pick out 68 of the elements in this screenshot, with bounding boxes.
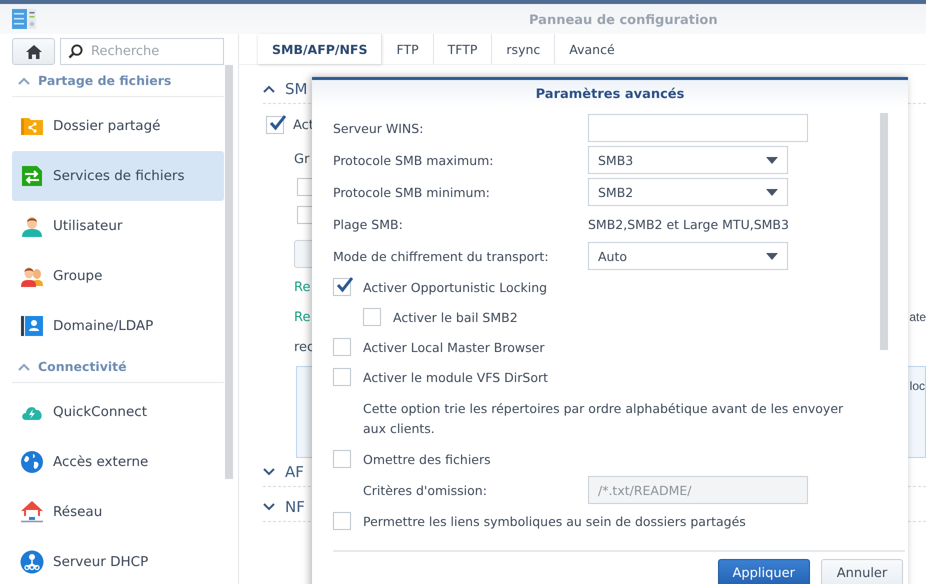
checkbox[interactable] — [363, 308, 381, 326]
field-label: Protocole SMB minimum: — [333, 184, 491, 200]
control-panel-icon — [12, 9, 36, 29]
field-label: Gr — [294, 152, 310, 166]
tab[interactable]: Avancé — [555, 34, 629, 64]
checkbox[interactable] — [333, 512, 351, 530]
input-field[interactable] — [588, 114, 808, 142]
status-text: Re — [294, 310, 310, 324]
dropdown[interactable]: Auto — [588, 242, 788, 270]
field-label: Mode de chiffrement du transport: — [333, 248, 550, 264]
sidebar-item[interactable]: Groupe — [12, 251, 224, 301]
globe-icon — [20, 450, 44, 474]
tab[interactable]: rsync — [492, 34, 556, 64]
checkbox[interactable] — [333, 278, 351, 296]
status-text: ate — [909, 310, 926, 324]
apply-button[interactable]: Appliquer — [718, 559, 810, 584]
sidebar-item[interactable]: Dossier partagé — [12, 101, 224, 151]
sidebar-item[interactable]: Domaine/LDAP — [12, 301, 224, 351]
sidebar-item[interactable]: QuickConnect — [12, 387, 224, 437]
dialog-title: Paramètres avancés — [536, 86, 684, 102]
window-title: Panneau de configuration — [529, 13, 718, 28]
tab[interactable]: TFTP — [434, 34, 492, 64]
caret-down-icon — [766, 188, 778, 196]
checkbox[interactable] — [266, 116, 284, 134]
checkbox[interactable] — [333, 450, 351, 468]
tab[interactable]: SMB/AFP/NFS — [258, 34, 382, 64]
field-label: Critères d'omission: — [363, 482, 488, 498]
info-text: loc — [910, 379, 925, 393]
scrollbar[interactable] — [880, 113, 888, 350]
home-button[interactable] — [12, 38, 55, 65]
checkbox-label: Activer le bail SMB2 — [393, 310, 518, 324]
checkbox-label: Activer le module VFS DirSort — [363, 370, 548, 384]
field-label: Plage SMB: — [333, 216, 404, 232]
user-icon — [20, 214, 44, 238]
search-icon — [68, 44, 83, 59]
checkbox-label: Act — [293, 118, 314, 132]
caret-down-icon — [766, 252, 778, 260]
checkbox-label: Activer Opportunistic Locking — [363, 280, 548, 294]
checkbox[interactable] — [333, 338, 351, 356]
status-text: Re — [294, 280, 310, 294]
domain-icon — [20, 314, 44, 338]
cancel-button[interactable]: Annuler — [821, 559, 903, 584]
dropdown[interactable]: SMB3 — [588, 146, 788, 174]
checkbox-label: Permettre les liens symboliques au sein de dossiers partagés — [363, 514, 746, 528]
sidebar-item[interactable]: Accès externe — [12, 437, 224, 487]
section-header[interactable]: NF — [285, 498, 305, 516]
sidebar-item[interactable]: Services de fichiers — [12, 151, 224, 201]
option-description: Cette option trie les répertoires par ordre alphabétique avant de les envoyer aux clients. — [362, 400, 844, 438]
dropdown[interactable]: SMB2 — [588, 178, 788, 206]
checkbox-label: Activer Local Master Browser — [363, 340, 544, 354]
file-transfer-icon — [20, 164, 44, 188]
checkbox-label: Omettre des fichiers — [363, 452, 491, 466]
sidebar-item[interactable]: Utilisateur — [12, 201, 224, 251]
sidebar-item[interactable]: Réseau — [12, 487, 224, 537]
section-header[interactable]: AF — [285, 463, 304, 481]
caret-down-icon — [766, 156, 778, 164]
section-header[interactable]: SM — [285, 80, 308, 98]
field-value: SMB2,SMB2 et Large MTU,SMB3 — [588, 216, 789, 232]
home-icon — [24, 44, 42, 60]
checkbox[interactable] — [333, 368, 351, 386]
network-node-icon — [20, 550, 44, 574]
search-field[interactable]: Recherche — [60, 38, 224, 65]
tab[interactable]: FTP — [382, 34, 434, 64]
scrollbar[interactable] — [225, 65, 233, 479]
sidebar-item[interactable]: Serveur DHCP — [12, 537, 224, 584]
field-label: Protocole SMB maximum: — [333, 152, 494, 168]
network-house-icon — [20, 500, 44, 524]
field-label: Serveur WINS: — [333, 120, 424, 136]
